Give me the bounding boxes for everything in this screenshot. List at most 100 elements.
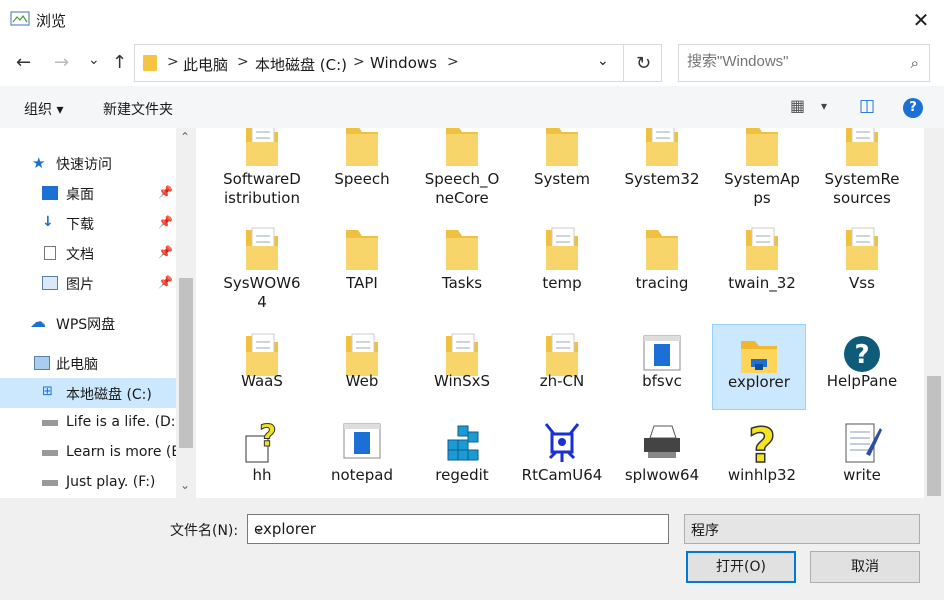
navigation-pane: ★ 快速访问 桌面 📌 ↓ 下载 📌 文档 📌 图片 📌 ☁ WPS网盘 此电脑… bbox=[0, 128, 196, 498]
folder-doc-icon bbox=[742, 224, 782, 272]
file-item[interactable]: zh-CN bbox=[516, 324, 608, 420]
cancel-button[interactable]: 取消 bbox=[810, 551, 920, 583]
up-button[interactable]: ↑ bbox=[112, 52, 127, 73]
search-icon[interactable]: ⌕ bbox=[911, 54, 919, 72]
file-item[interactable]: ? winhlp32 bbox=[716, 417, 808, 498]
file-item[interactable]: Vss bbox=[816, 224, 908, 320]
file-item[interactable]: temp bbox=[516, 224, 608, 320]
forward-button[interactable]: → bbox=[54, 52, 69, 73]
breadcrumb-separator[interactable]: > bbox=[237, 54, 249, 70]
organize-menu[interactable]: 组织 ▾ bbox=[24, 99, 63, 119]
sidebar-item-label: 此电脑 bbox=[56, 357, 98, 373]
breadcrumb-local-disk[interactable]: 本地磁盘 (C:) bbox=[255, 54, 347, 75]
file-item[interactable]: TAPI bbox=[316, 224, 408, 320]
realtek-icon bbox=[542, 418, 582, 466]
view-options-icon[interactable]: ▦ bbox=[790, 96, 805, 115]
sidebar-item-this-pc[interactable]: 此电脑 bbox=[0, 348, 176, 378]
breadcrumb-windows[interactable]: Windows bbox=[370, 54, 437, 72]
pictures-icon bbox=[42, 276, 58, 290]
breadcrumb-separator[interactable]: > bbox=[447, 54, 459, 70]
file-name: hh bbox=[252, 466, 272, 484]
search-box[interactable]: ⌕ bbox=[678, 44, 930, 82]
file-item[interactable]: bfsvc bbox=[616, 324, 708, 420]
address-bar[interactable]: > 此电脑 > 本地磁盘 (C:) > Windows > ⌄ ↻ bbox=[134, 44, 662, 82]
back-button[interactable]: ← bbox=[16, 52, 31, 73]
file-item[interactable]: tracing bbox=[616, 224, 708, 320]
refresh-icon[interactable]: ↻ bbox=[623, 45, 663, 81]
sidebar-item-drive-d[interactable]: Life is a life. (D:) bbox=[0, 408, 181, 438]
search-input[interactable] bbox=[687, 53, 897, 70]
folder-doc-icon bbox=[242, 128, 282, 168]
command-toolbar: 组织 ▾ 新建文件夹 ▦ ▾ ◫ bbox=[0, 86, 944, 128]
file-item[interactable]: splwow64 bbox=[616, 418, 708, 498]
file-item[interactable]: Speech_O neCore bbox=[416, 128, 508, 216]
file-item[interactable]: System bbox=[516, 128, 608, 216]
sidebar-item-documents[interactable]: 文档 📌 bbox=[0, 238, 176, 268]
file-grid-scrollbar[interactable] bbox=[924, 128, 944, 498]
drive-icon bbox=[42, 420, 58, 426]
recent-locations-button[interactable]: ⌄ bbox=[88, 52, 100, 68]
file-item[interactable]: SystemAp ps bbox=[716, 128, 808, 216]
sidebar-item-wps-cloud[interactable]: ☁ WPS网盘 bbox=[0, 308, 176, 338]
file-item[interactable]: write bbox=[816, 418, 908, 498]
file-item[interactable]: Web bbox=[316, 324, 408, 420]
file-item[interactable]: SystemRe sources bbox=[816, 128, 908, 216]
folder-icon bbox=[342, 128, 382, 168]
folder-doc-icon bbox=[842, 224, 882, 272]
filename-combobox[interactable]: explorer ⌄ bbox=[247, 514, 669, 544]
scrollbar-thumb[interactable] bbox=[179, 278, 193, 448]
sidebar-item-drive-f[interactable]: Just play. (F:) bbox=[0, 468, 176, 498]
address-dropdown-icon[interactable]: ⌄ bbox=[597, 53, 609, 69]
file-item[interactable]: ? HelpPane bbox=[816, 324, 908, 420]
sidebar-item-label: 桌面 bbox=[66, 187, 94, 203]
file-item[interactable]: WinSxS bbox=[416, 324, 508, 420]
file-name: System32 bbox=[624, 170, 700, 188]
file-name: TAPI bbox=[346, 274, 378, 292]
preview-pane-icon[interactable]: ◫ bbox=[859, 96, 875, 116]
sidebar-item-desktop[interactable]: 桌面 📌 bbox=[0, 178, 176, 208]
file-item[interactable]: ? hh bbox=[216, 418, 308, 498]
sidebar-item-local-disk-c[interactable]: ⊞ 本地磁盘 (C:) bbox=[0, 378, 176, 408]
chevron-down-icon[interactable]: ⌄ bbox=[254, 521, 662, 535]
close-button[interactable]: ✕ bbox=[898, 0, 944, 40]
file-item[interactable]: Tasks bbox=[416, 224, 508, 320]
file-item[interactable]: System32 bbox=[616, 128, 708, 216]
sidebar-item-pictures[interactable]: 图片 📌 bbox=[0, 268, 176, 298]
scroll-down-icon[interactable]: ⌄ bbox=[180, 478, 190, 492]
sidebar-item-downloads[interactable]: ↓ 下载 📌 bbox=[0, 208, 176, 238]
file-name: zh-CN bbox=[539, 372, 585, 390]
file-item[interactable]: regedit bbox=[416, 418, 508, 498]
view-dropdown-icon[interactable]: ▾ bbox=[821, 99, 827, 113]
folder-icon bbox=[442, 128, 482, 168]
open-button[interactable]: 打开(O) bbox=[686, 551, 796, 583]
filetype-select[interactable]: 程序 ⌄ bbox=[684, 514, 920, 544]
file-item[interactable]: notepad bbox=[316, 418, 408, 498]
breadcrumb-separator[interactable]: > bbox=[167, 54, 179, 70]
file-item[interactable]: twain_32 bbox=[716, 224, 808, 320]
help-icon[interactable]: ? bbox=[903, 98, 923, 118]
regedit-icon bbox=[442, 418, 482, 466]
file-item[interactable]: explorer bbox=[712, 324, 806, 410]
scrollbar-thumb[interactable] bbox=[927, 376, 941, 496]
navigation-scrollbar[interactable]: ⌃ ⌄ bbox=[176, 128, 196, 498]
windows-drive-icon: ⊞ bbox=[42, 384, 53, 399]
scroll-up-icon[interactable]: ⌃ bbox=[180, 130, 190, 144]
file-item[interactable]: SysWOW6 4 bbox=[216, 224, 308, 320]
folder-doc-icon bbox=[342, 330, 382, 378]
chevron-down-icon[interactable]: ⌄ bbox=[691, 521, 913, 535]
file-item[interactable]: RtCamU64 bbox=[516, 418, 608, 498]
breadcrumb-separator[interactable]: > bbox=[353, 54, 365, 70]
sidebar-item-label: 图片 bbox=[66, 277, 94, 293]
file-name: twain_32 bbox=[728, 274, 796, 292]
svg-text:?: ? bbox=[748, 418, 776, 466]
sidebar-item-drive-e[interactable]: Learn is more (E:) bbox=[0, 438, 190, 468]
drive-icon bbox=[42, 480, 58, 486]
file-item[interactable]: Speech bbox=[316, 128, 408, 216]
file-item[interactable]: WaaS bbox=[216, 324, 308, 420]
sidebar-item-quick-access[interactable]: ★ 快速访问 bbox=[0, 148, 176, 178]
breadcrumb-this-pc[interactable]: 此电脑 bbox=[183, 54, 228, 75]
sidebar-item-label: Learn is more (E:) bbox=[66, 444, 191, 460]
file-item[interactable]: SoftwareD istribution bbox=[216, 128, 308, 216]
new-folder-button[interactable]: 新建文件夹 bbox=[103, 99, 173, 119]
folder-icon bbox=[642, 224, 682, 272]
